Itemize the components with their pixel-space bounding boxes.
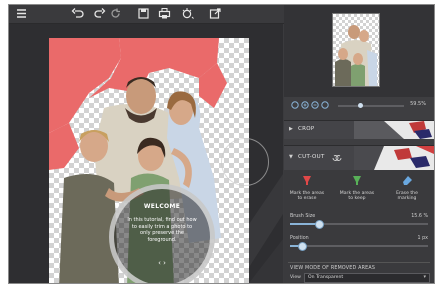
- tool-erase[interactable]: Mark the areas to erase: [287, 174, 327, 202]
- section-crop[interactable]: ▶ CROP: [284, 120, 434, 139]
- welcome-tutorial[interactable]: WELCOME In this tutorial, find out how t…: [109, 184, 215, 283]
- navigator-thumbnail[interactable]: [332, 13, 380, 87]
- green-marker-icon: [353, 176, 361, 185]
- cutout-label: CUT-OUT: [298, 154, 325, 160]
- crop-section-image: [354, 121, 434, 139]
- zoom-value: 59.5%: [410, 101, 426, 107]
- red-marker-icon: [303, 176, 311, 185]
- zoom-slider[interactable]: [338, 103, 404, 108]
- position-slider[interactable]: Position 1 px: [290, 236, 428, 252]
- export-icon[interactable]: [209, 7, 222, 20]
- view-label: View: [290, 275, 301, 280]
- eraser-icon: [403, 176, 412, 185]
- position-value: 1 px: [417, 236, 428, 241]
- navigator: [284, 5, 434, 97]
- brush-size-label: Brush Size: [290, 214, 316, 219]
- zoom-actual-size-icon[interactable]: [321, 101, 329, 109]
- brush-size-slider[interactable]: Brush Size 15.6 %: [290, 214, 428, 230]
- view-mode-heading: VIEW MODE OF REMOVED AREAS: [290, 266, 376, 271]
- effects-icon[interactable]: [181, 7, 194, 20]
- app-window: WELCOME In this tutorial, find out how t…: [8, 4, 435, 284]
- welcome-title: WELCOME: [143, 203, 181, 210]
- welcome-text: In this tutorial, find out how to easily…: [127, 217, 197, 243]
- right-panel: 59.5% ▶ CROP ▼ CUT-OUT Mark the areas to…: [284, 5, 434, 283]
- zoom-fit-icon[interactable]: [291, 101, 299, 109]
- tool-keep[interactable]: Mark the areas to keep: [337, 174, 377, 202]
- brush-preview-circle: [221, 138, 269, 186]
- view-mode-value: On Transparent: [308, 275, 344, 280]
- view-mode-heading-row: VIEW MODE OF REMOVED AREAS: [288, 262, 430, 273]
- position-label: Position: [290, 236, 309, 241]
- reset-icon[interactable]: [109, 7, 122, 20]
- tool-erase-marking[interactable]: Erase the marking: [387, 174, 427, 202]
- tool-erase-label: Mark the areas to erase: [289, 190, 325, 202]
- zoom-controls: 59.5%: [290, 100, 430, 112]
- undo-icon[interactable]: [71, 7, 84, 20]
- section-cutout[interactable]: ▼ CUT-OUT: [284, 145, 434, 170]
- view-mode-select[interactable]: On Transparent ▾: [304, 273, 430, 283]
- cutout-section-image: [354, 146, 434, 170]
- print-icon[interactable]: [158, 7, 171, 20]
- brush-size-value: 15.6 %: [411, 214, 428, 219]
- redo-icon[interactable]: [93, 7, 106, 20]
- zoom-out-icon[interactable]: [311, 101, 319, 109]
- welcome-nav-arrows[interactable]: ‹ ›: [114, 259, 210, 267]
- crop-label: CROP: [298, 126, 315, 132]
- collapse-arrow-icon: ▼: [289, 154, 293, 160]
- view-mode-row: View On Transparent ▾: [290, 273, 430, 283]
- tool-keep-label: Mark the areas to keep: [339, 190, 375, 202]
- workspace: WELCOME In this tutorial, find out how t…: [9, 24, 283, 283]
- tool-erase-marking-label: Erase the marking: [396, 190, 418, 202]
- menu-icon[interactable]: [15, 7, 28, 20]
- chevron-down-icon: ▾: [423, 274, 426, 280]
- cutout-reset-icon[interactable]: [329, 154, 347, 162]
- expand-arrow-icon: ▶: [289, 126, 293, 132]
- save-icon[interactable]: [137, 7, 150, 20]
- zoom-in-icon[interactable]: [301, 101, 309, 109]
